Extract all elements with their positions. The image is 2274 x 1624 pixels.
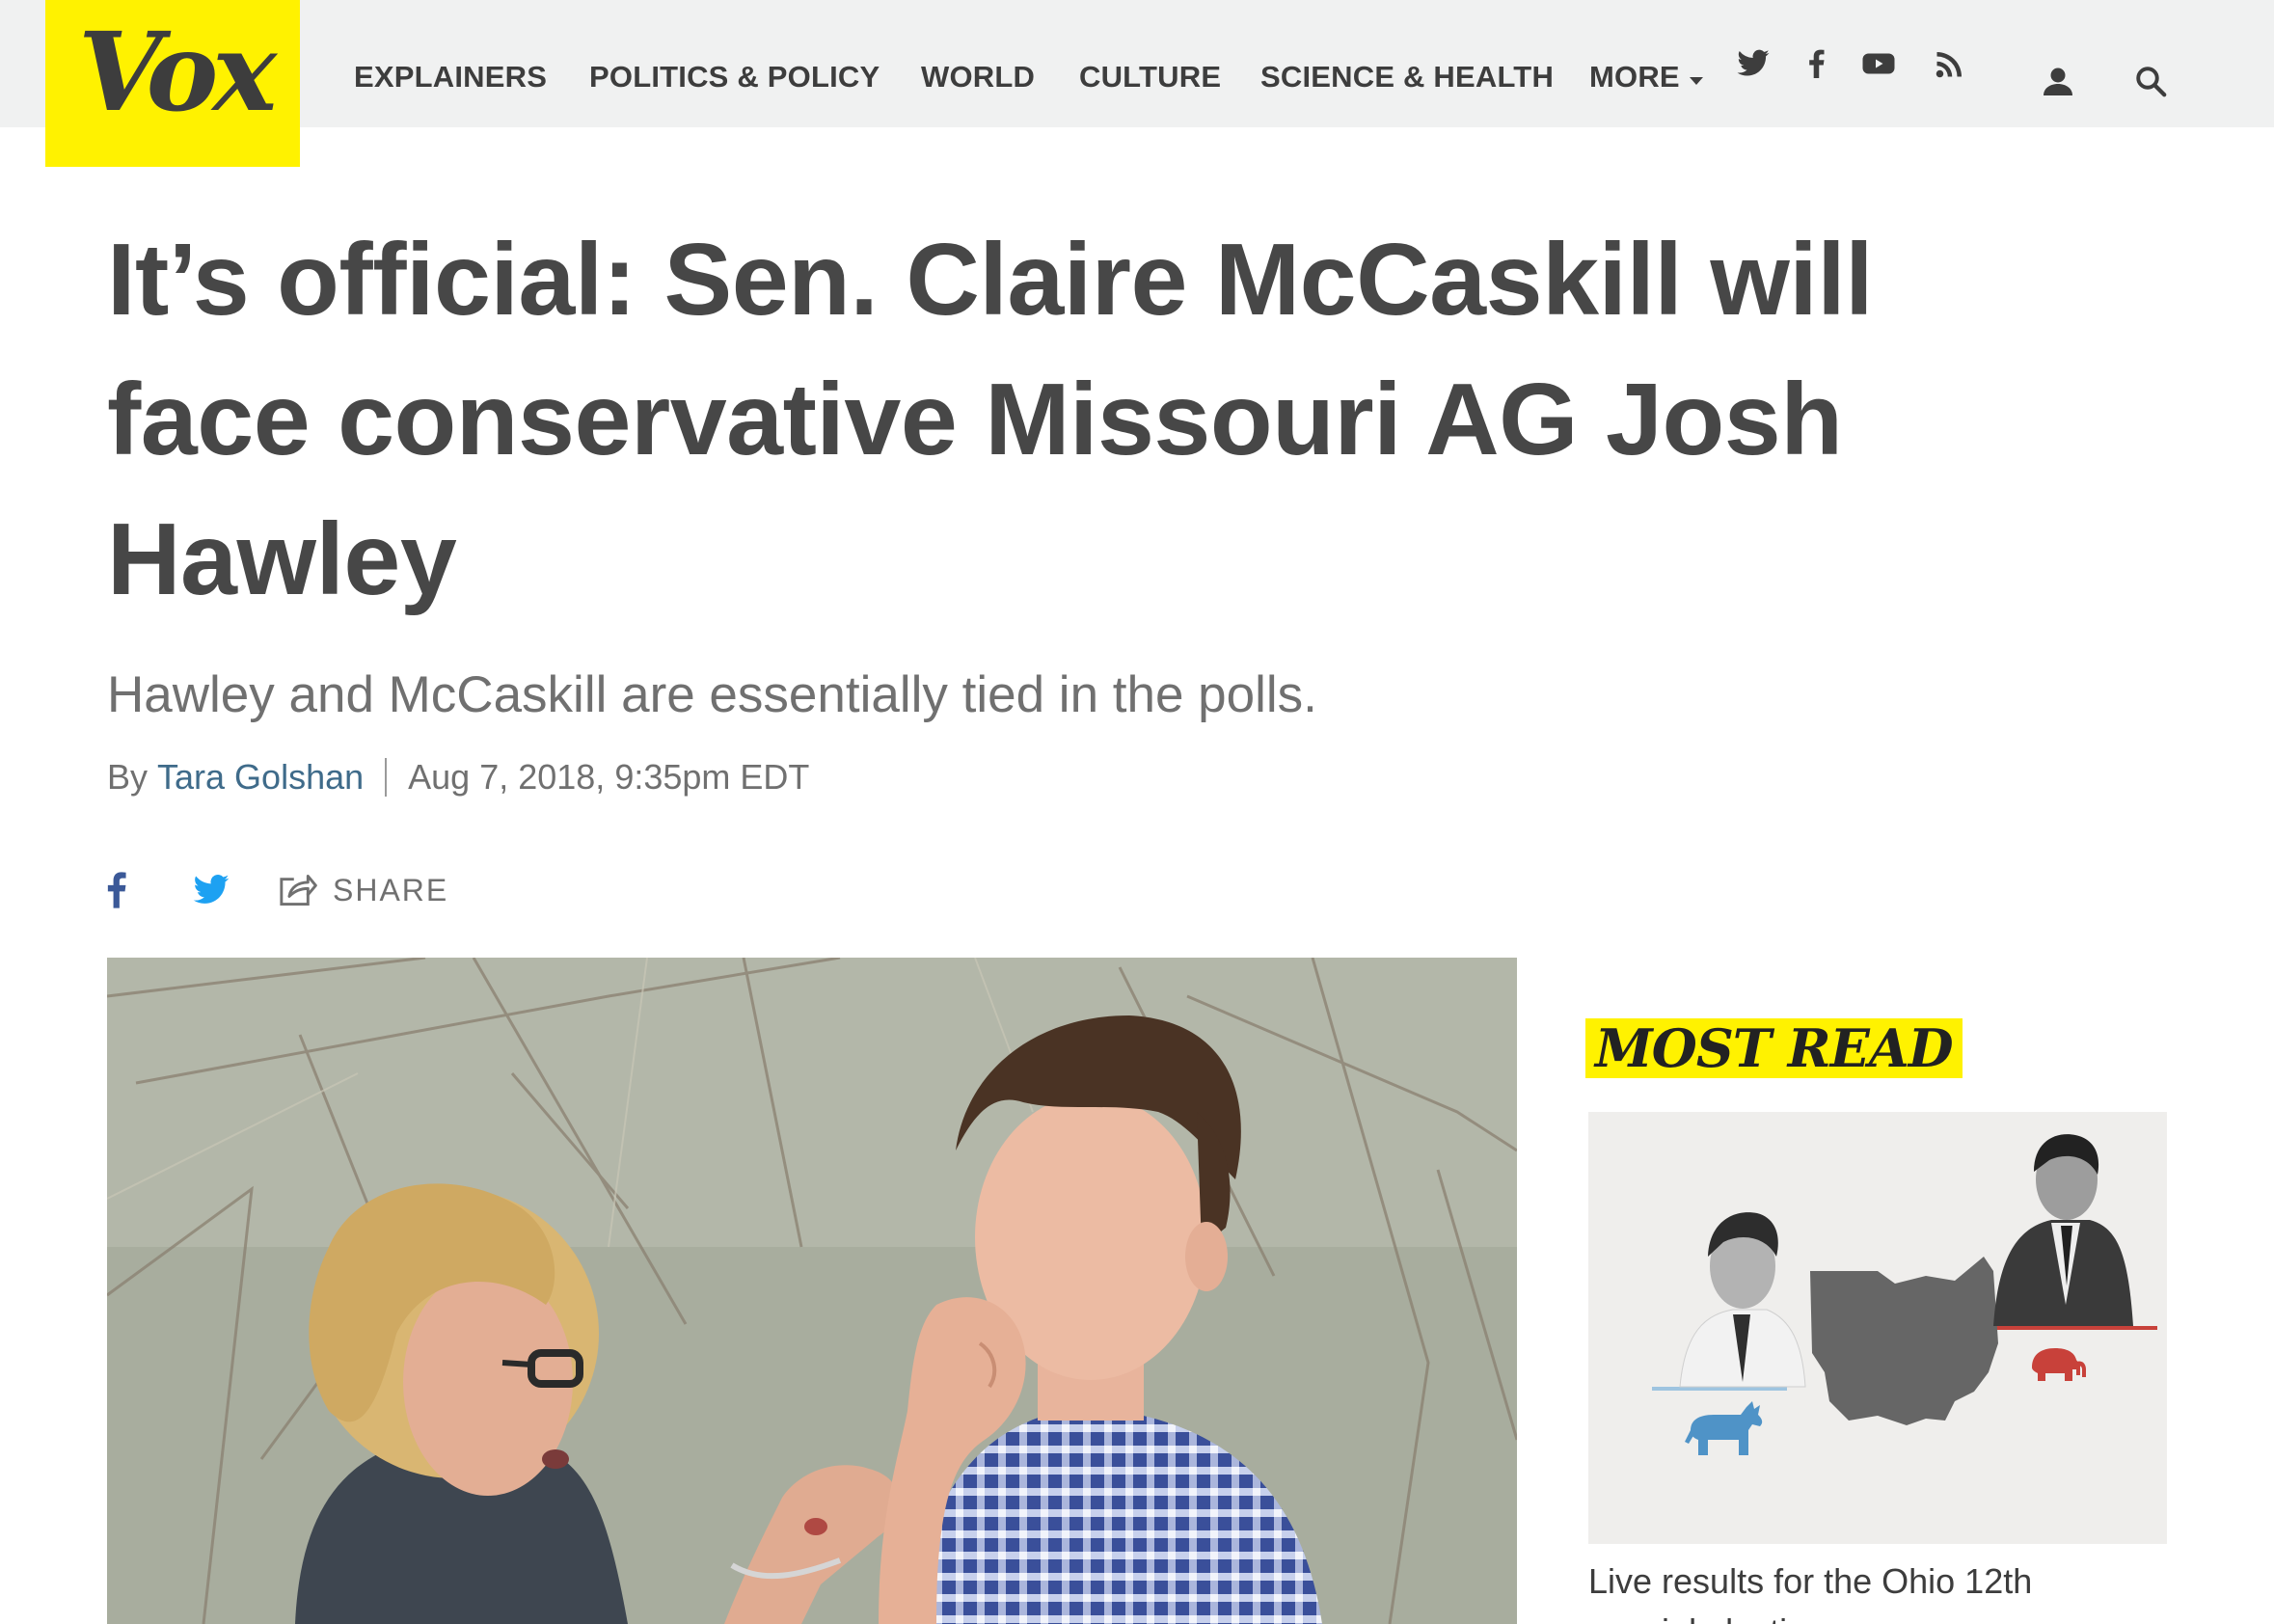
most-read-title: MOST READ [1595, 1017, 1954, 1079]
search-icon[interactable] [2133, 64, 2168, 98]
share-twitter-button[interactable] [190, 869, 234, 911]
facebook-icon [107, 872, 126, 908]
share-button[interactable]: SHARE [277, 870, 448, 910]
nav-item-explainers[interactable]: EXPLAINERS [354, 60, 547, 95]
site-header: EXPLAINERS POLITICS & POLICY WORLD CULTU… [0, 0, 2274, 127]
byline-prefix: By [107, 757, 149, 797]
hero-image [107, 958, 1517, 1624]
share-bar: SHARE [107, 863, 448, 917]
timestamp: Aug 7, 2018, 9:35pm EDT [408, 757, 810, 797]
share-facebook-button[interactable] [107, 869, 136, 911]
nav-item-more[interactable]: MORE [1589, 60, 1703, 95]
youtube-icon[interactable] [1861, 46, 1896, 81]
most-read-item-image[interactable] [1588, 1112, 2167, 1544]
caret-down-icon [1689, 77, 1703, 85]
twitter-icon[interactable] [1736, 46, 1771, 81]
rss-icon[interactable] [1933, 46, 1967, 81]
vox-logo[interactable]: Vox [45, 0, 300, 167]
twitter-icon [193, 875, 230, 904]
nav-item-world[interactable]: WORLD [921, 60, 1035, 95]
nav-item-politics-policy[interactable]: POLITICS & POLICY [589, 60, 880, 95]
nav-item-culture[interactable]: CULTURE [1079, 60, 1221, 95]
byline: By Tara Golshan Aug 7, 2018, 9:35pm EDT [107, 754, 809, 800]
nav-item-science-health[interactable]: SCIENCE & HEALTH [1260, 60, 1554, 95]
share-label: SHARE [333, 872, 449, 907]
most-read-label-box: MOST READ [1585, 1018, 1963, 1078]
article-headline: It’s official: Sen. Claire McCaskill wil… [107, 223, 1874, 616]
most-read-item-headline[interactable]: Live results for the Ohio 12th special e… [1588, 1556, 2128, 1624]
author-link[interactable]: Tara Golshan [157, 754, 364, 800]
nav-item-more-label: MORE [1589, 60, 1680, 94]
share-icon [280, 875, 317, 906]
byline-divider [385, 758, 388, 797]
article-dek: Hawley and McCaskill are essentially tie… [107, 666, 1317, 723]
user-icon[interactable] [2041, 64, 2075, 98]
facebook-icon[interactable] [1800, 46, 1834, 81]
logo-wordmark: Vox [78, 10, 277, 136]
